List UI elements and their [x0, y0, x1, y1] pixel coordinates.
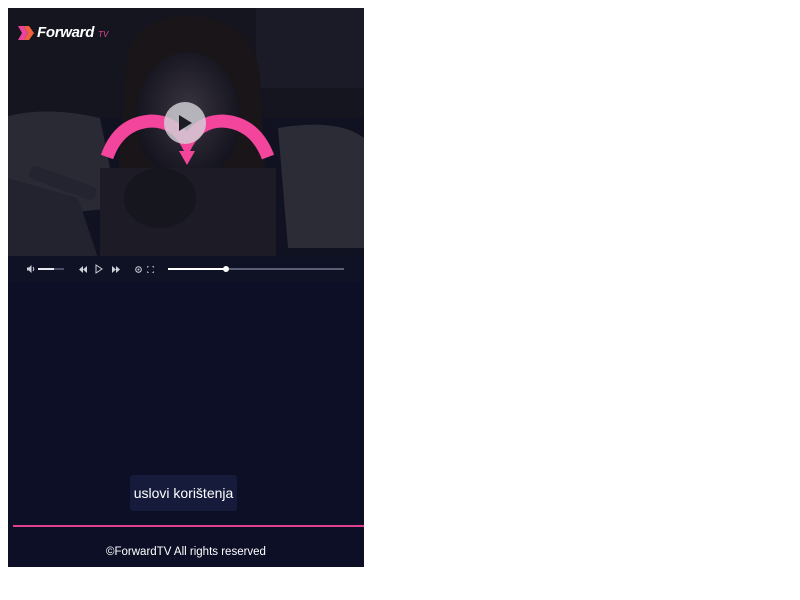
- brand-name: Forward: [37, 24, 95, 41]
- fast-forward-icon: [112, 265, 120, 273]
- volume-button[interactable]: [27, 256, 36, 282]
- brand-suffix: TV: [98, 30, 109, 39]
- seek-handle[interactable]: [223, 266, 230, 272]
- settings-button[interactable]: [135, 256, 142, 282]
- settings-icon: [135, 265, 142, 273]
- play-icon: [95, 264, 103, 274]
- volume-level: [38, 268, 54, 270]
- video-player[interactable]: Forward TV: [8, 8, 364, 282]
- chevron-logo-icon: [18, 26, 34, 40]
- fullscreen-icon: [147, 265, 154, 273]
- rewind-icon: [79, 265, 87, 273]
- play-button[interactable]: [95, 256, 103, 282]
- terms-of-use-button[interactable]: uslovi korištenja: [130, 475, 237, 511]
- volume-icon: [27, 265, 35, 273]
- fullscreen-button[interactable]: [147, 256, 154, 282]
- footer-divider: [13, 525, 364, 527]
- fast-forward-button[interactable]: [112, 256, 120, 282]
- play-icon: [179, 115, 192, 131]
- brand-logo[interactable]: Forward TV: [18, 22, 108, 40]
- copyright-text: ©ForwardTV All rights reserved: [106, 546, 266, 558]
- seek-progress: [168, 268, 227, 270]
- app-window: Forward TV uslovi korištenja ©ForwardTV …: [8, 8, 364, 567]
- play-overlay-button[interactable]: [164, 102, 206, 144]
- rewind-button[interactable]: [79, 256, 87, 282]
- player-controls: [8, 256, 364, 282]
